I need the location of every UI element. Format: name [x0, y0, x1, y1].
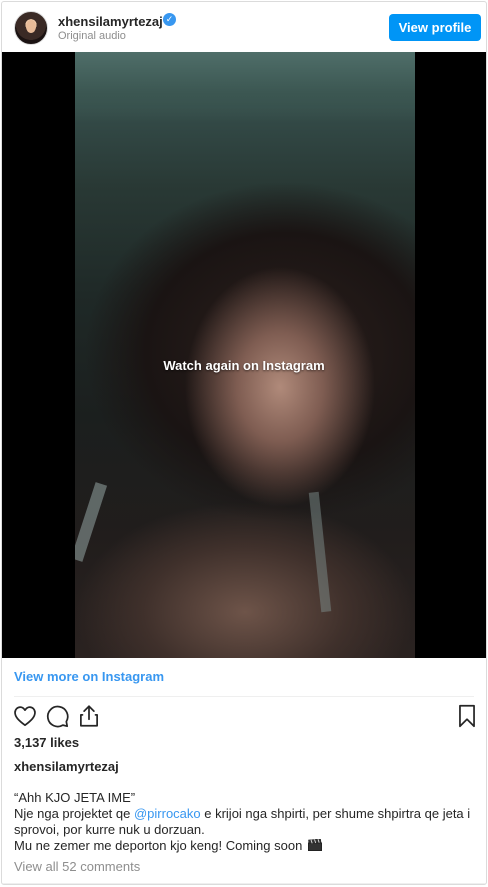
- comment-icon[interactable]: [44, 703, 70, 729]
- view-all-comments-link[interactable]: View all 52 comments: [14, 859, 140, 874]
- video-frame: [75, 52, 415, 658]
- mention-link[interactable]: @pirrocako: [134, 806, 201, 821]
- post-header: xhensilamyrtezaj ✓ Original audio View p…: [2, 2, 486, 52]
- heart-icon[interactable]: [12, 703, 38, 729]
- caption-line-1: “Ahh KJO JETA IME”: [14, 790, 136, 805]
- video-player[interactable]: Watch again on Instagram: [2, 52, 486, 658]
- instagram-embed-card: xhensilamyrtezaj ✓ Original audio View p…: [1, 1, 487, 885]
- view-profile-button[interactable]: View profile: [389, 14, 481, 41]
- divider: [2, 883, 486, 884]
- caption-line-2: Nje nga projektet qe @pirrocako e krijoi…: [14, 806, 471, 837]
- avatar[interactable]: [14, 11, 48, 45]
- view-more-link[interactable]: View more on Instagram: [14, 669, 164, 684]
- caption-line-3: Mu ne zemer me deporton kjo keng! Coming…: [14, 838, 474, 854]
- clapper-board-icon: [307, 838, 322, 851]
- like-count[interactable]: 3,137 likes: [14, 735, 79, 750]
- divider: [14, 696, 474, 697]
- caption-text: “Ahh KJO JETA IME” Nje nga projektet qe …: [14, 790, 474, 854]
- share-icon[interactable]: [76, 703, 102, 729]
- username[interactable]: xhensilamyrtezaj: [58, 14, 163, 29]
- verified-badge-icon: ✓: [163, 13, 176, 26]
- watch-again-link[interactable]: Watch again on Instagram: [2, 358, 486, 373]
- bookmark-icon[interactable]: [454, 703, 480, 729]
- caption-username[interactable]: xhensilamyrtezaj: [14, 759, 119, 774]
- audio-subtitle[interactable]: Original audio: [58, 30, 126, 42]
